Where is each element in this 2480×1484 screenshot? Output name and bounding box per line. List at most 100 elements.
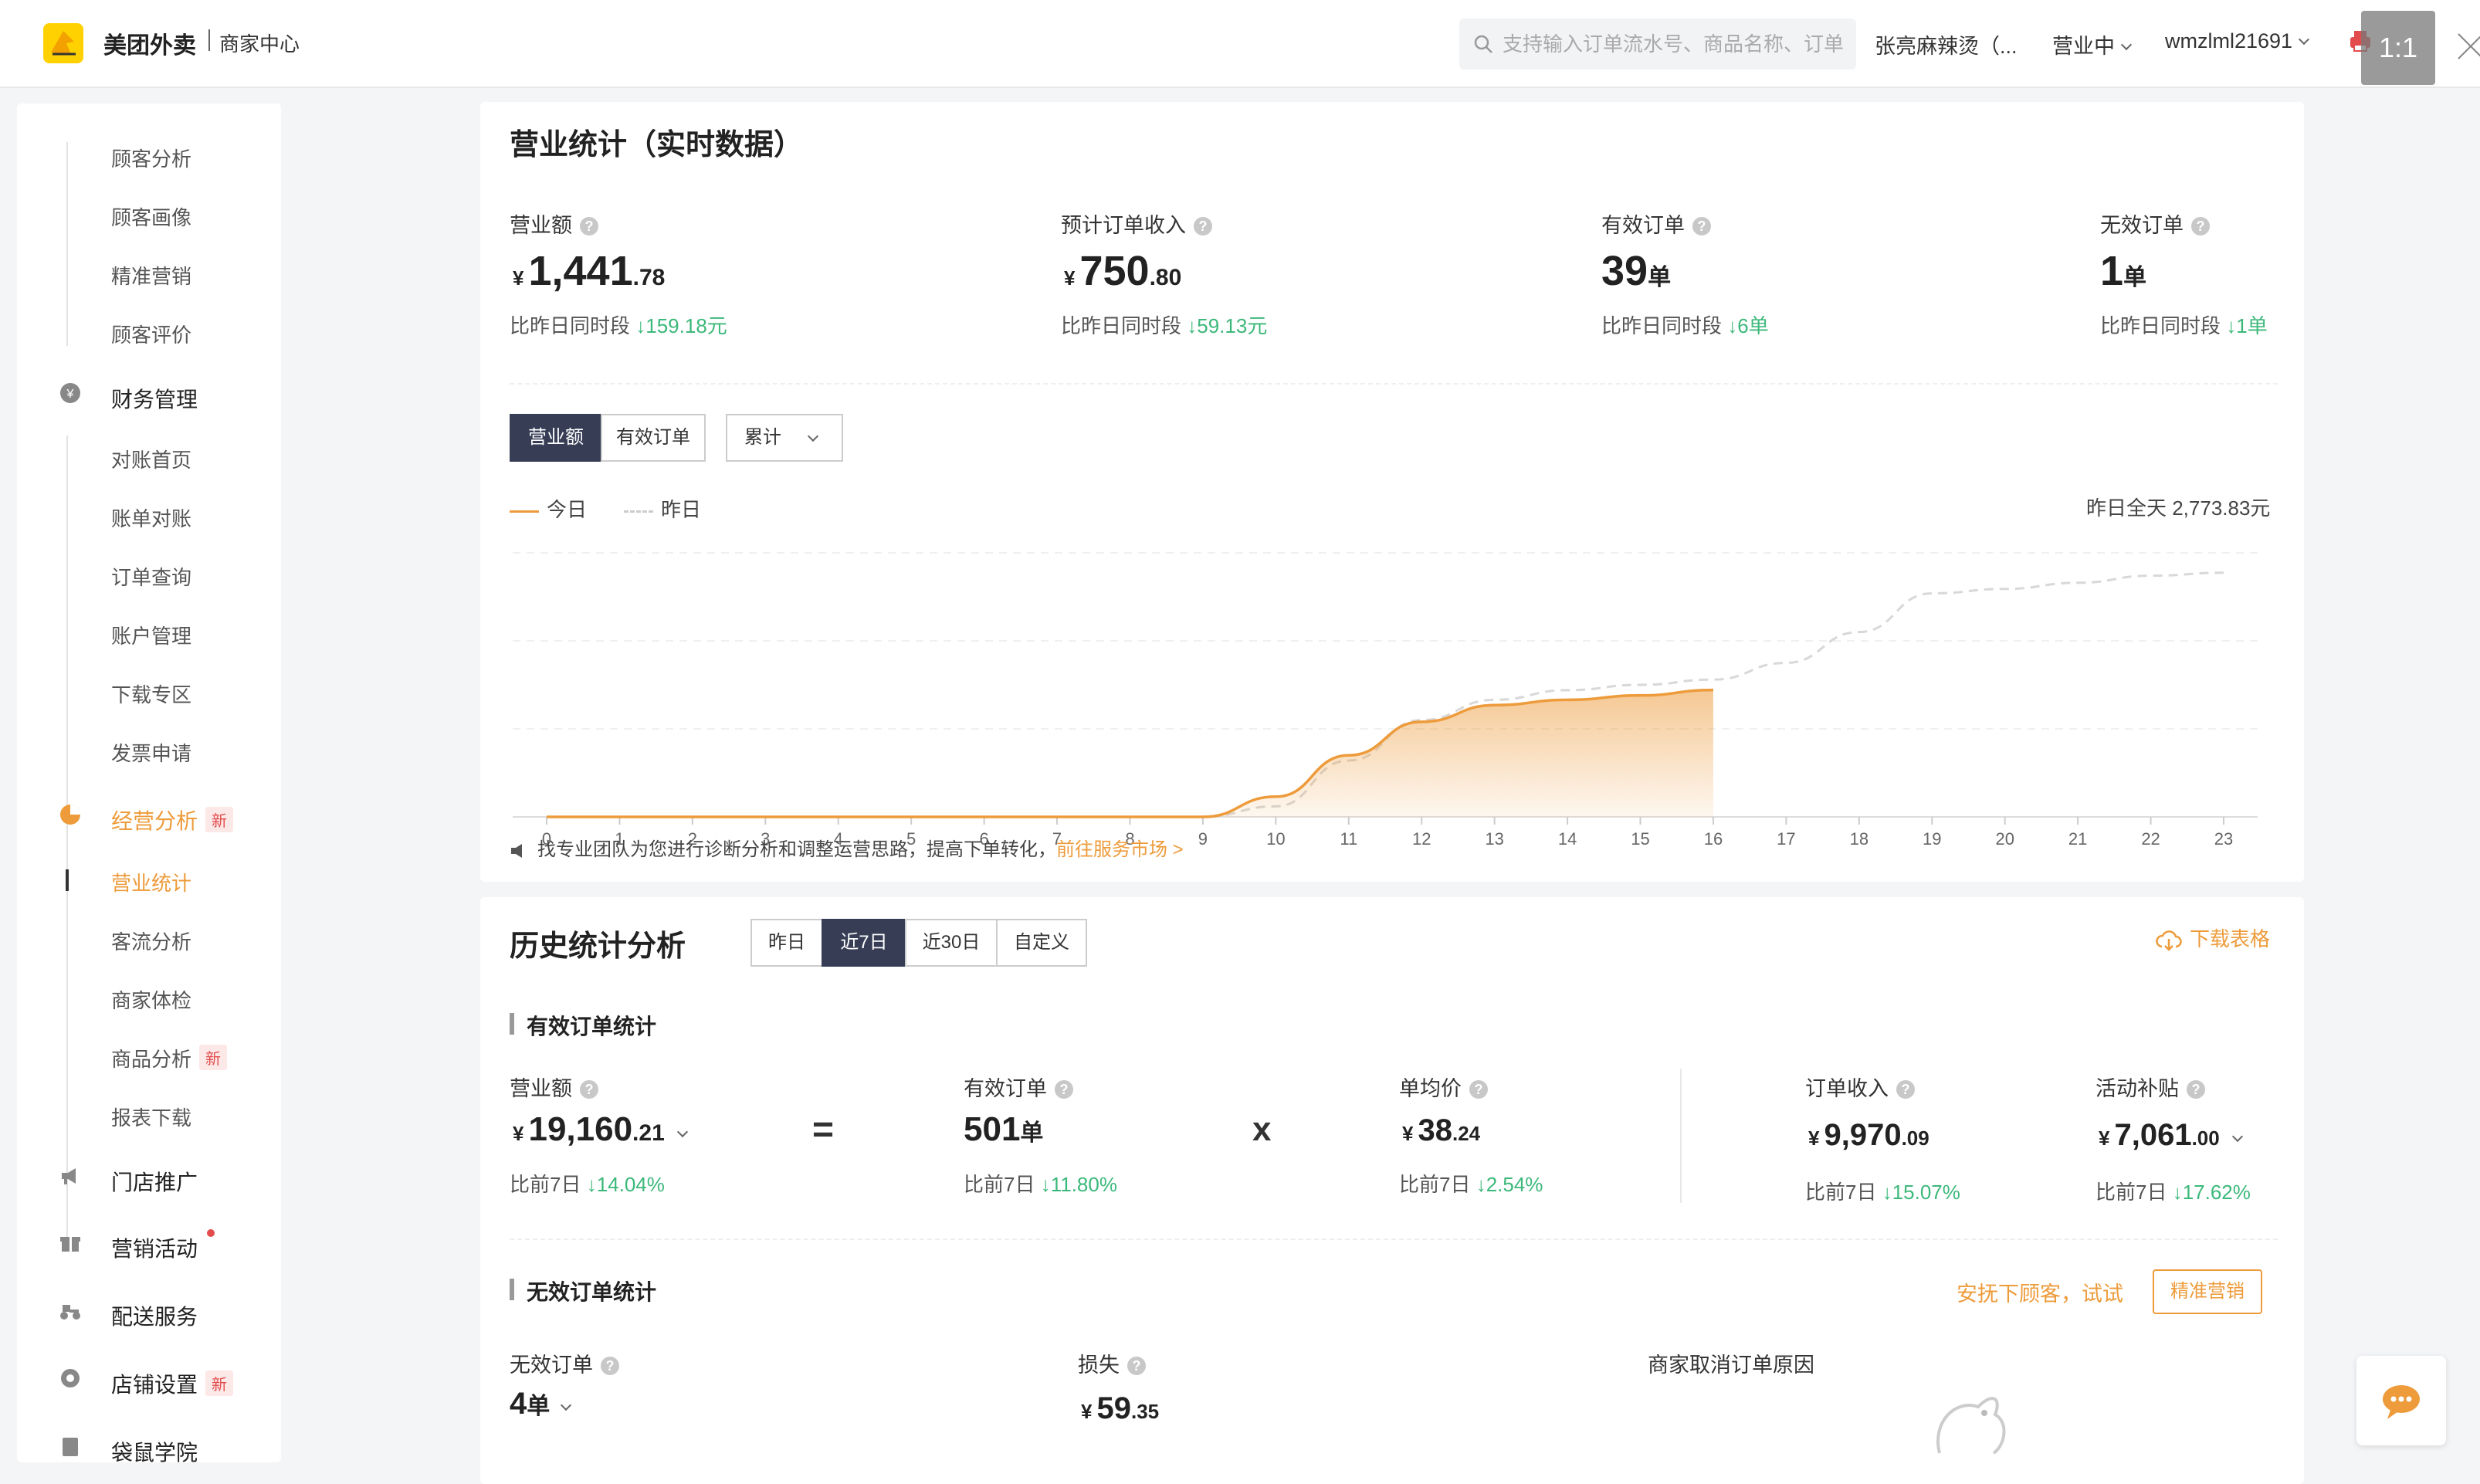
sidebar-item-download-zone[interactable]: 下载专区 (111, 679, 191, 708)
service-market-link[interactable]: 前往服务市场 > (1056, 839, 1184, 860)
download-table-label: 下载表格 (2190, 927, 2271, 950)
value-unit: 单 (1020, 1120, 1044, 1146)
sidebar-item-merchant-checkup[interactable]: 商家体检 (111, 985, 191, 1014)
chevron-down-icon (2120, 39, 2133, 51)
chevron-down-icon (2298, 33, 2310, 46)
sidebar-group-academy[interactable]: 袋鼠学院 (111, 1436, 198, 1467)
value-int: 39 (1601, 248, 1648, 294)
multiply-operator: x (1252, 1110, 1272, 1148)
tab-revenue[interactable]: 营业额 (510, 414, 602, 462)
x-tick-label: 20 (1995, 829, 2014, 849)
sidebar-group-analysis[interactable]: 经营分析新 (111, 805, 234, 835)
change-value: ↓59.13元 (1187, 314, 1268, 337)
hist-value-income: ¥9,970.09 (1808, 1118, 1929, 1153)
hist-compare-revenue: 比前7日 ↓14.04% (510, 1169, 665, 1198)
sidebar-item-order-query[interactable]: 订单查询 (111, 562, 191, 591)
sidebar-item-customer-profile[interactable]: 顾客画像 (111, 202, 191, 231)
value-dec: .80 (1149, 265, 1182, 290)
sidebar-group-finance[interactable]: 财务管理 (111, 383, 198, 414)
sidebar-item-business-stats[interactable]: 营业统计 (111, 868, 191, 896)
compare-prefix: 比前7日 (1399, 1173, 1471, 1196)
metric-compare-invalid-orders: 比昨日同时段 ↓1单 (2100, 310, 2268, 339)
sidebar-item-product-analysis[interactable]: 商品分析新 (111, 1044, 228, 1072)
sidebar-item-traffic-analysis[interactable]: 客流分析 (111, 927, 191, 955)
sidebar-item-account-manage[interactable]: 账户管理 (111, 621, 191, 649)
status-dropdown[interactable]: 营业中 (2052, 29, 2133, 59)
help-icon[interactable]: ? (1127, 1357, 1146, 1375)
help-icon[interactable]: ? (1896, 1080, 1915, 1099)
metric-label-income: 预计订单收入? (1061, 208, 1212, 239)
download-table-button[interactable]: 下载表格 (2156, 923, 2270, 952)
hist-value-subsidy[interactable]: ¥7,061.00 (2099, 1118, 2243, 1153)
hist-value-invalid[interactable]: 4单 (510, 1387, 572, 1421)
range-yesterday[interactable]: 昨日 (750, 919, 823, 967)
hist-label-loss: 损失? (1078, 1348, 1146, 1378)
change-value: ↓11.80% (1040, 1173, 1117, 1196)
svg-text:¥: ¥ (66, 388, 74, 401)
sidebar-group-promote[interactable]: 门店推广 (111, 1166, 198, 1197)
sidebar-item-precise-marketing[interactable]: 精准营销 (111, 261, 191, 290)
help-icon[interactable]: ? (1194, 217, 1212, 235)
hist-label-revenue: 营业额? (510, 1072, 598, 1102)
hist-value-orders: 501单 (964, 1110, 1043, 1149)
range-30days[interactable]: 近30日 (905, 919, 998, 967)
service-tip-text: 找专业团队为您进行诊断分析和调整运营思路，提高下单转化， (537, 839, 1056, 860)
help-icon[interactable]: ? (601, 1357, 619, 1375)
sidebar-item-customer-reviews[interactable]: 顾客评价 (111, 320, 191, 348)
valid-orders-section-title: 有效订单统计 (510, 1010, 656, 1041)
sidebar-group-store-settings[interactable]: 店铺设置新 (111, 1368, 234, 1399)
change-value: ↓2.54% (1475, 1173, 1543, 1196)
metric-label-valid-orders: 有效订单? (1601, 208, 1711, 239)
close-icon[interactable] (2455, 31, 2480, 62)
help-icon[interactable]: ? (1692, 217, 1711, 235)
help-icon[interactable]: ? (1055, 1080, 1073, 1099)
search-placeholder: 支持输入订单流水号、商品名称、订单 (1503, 32, 1845, 56)
gift-icon (60, 1237, 80, 1252)
store-name[interactable]: 张亮麻辣烫（... (1875, 29, 2018, 59)
hist-compare-orders: 比前7日 ↓11.80% (964, 1169, 1117, 1198)
notification-dot (207, 1229, 215, 1237)
compare-prefix: 比昨日同时段 (510, 314, 631, 337)
help-icon[interactable]: ? (580, 1080, 598, 1099)
brand-title: 美团外卖 (103, 33, 196, 59)
sidebar-item-bill-reconcile[interactable]: 账单对账 (111, 503, 191, 532)
change-value: ↓15.07% (1882, 1181, 1960, 1204)
change-value: ↓6单 (1727, 314, 1769, 337)
tab-valid-orders[interactable]: 有效订单 (601, 414, 706, 462)
compare-prefix: 比前7日 (2095, 1181, 2167, 1204)
range-7days[interactable]: 近7日 (822, 919, 906, 967)
x-tick-label: 9 (1198, 829, 1208, 849)
chat-button[interactable] (2356, 1356, 2446, 1445)
x-tick-label: 15 (1631, 829, 1649, 849)
help-icon[interactable]: ? (1469, 1080, 1488, 1099)
compare-prefix: 比昨日同时段 (2100, 314, 2221, 337)
value-dec: .09 (1901, 1127, 1929, 1150)
precise-marketing-button[interactable]: 精准营销 (2153, 1269, 2262, 1314)
hist-avg-label: 单均价 (1399, 1077, 1462, 1100)
help-icon[interactable]: ? (2191, 217, 2210, 235)
help-icon[interactable]: ? (580, 217, 598, 235)
metric-invalid-orders-label: 无效订单 (2100, 214, 2184, 237)
sidebar-group-store-settings-label: 店铺设置 (111, 1373, 198, 1397)
zoom-reset-button[interactable]: 1:1 (2361, 11, 2435, 85)
sidebar-item-report-download[interactable]: 报表下载 (111, 1103, 191, 1131)
sidebar: 顾客分析 顾客画像 精准营销 顾客评价 ¥ 财务管理 对账首页 账单对账 订单查… (17, 103, 281, 1465)
value-unit: 单 (1648, 265, 1672, 290)
realtime-chart: 0 1 2 3 4 5 6 7 8 9 10 11 12 13 14 15 16 17 18 19 20 21 22 23 (513, 552, 2258, 849)
sidebar-group-delivery[interactable]: 配送服务 (111, 1300, 198, 1331)
user-dropdown[interactable]: wmzlml21691 (2165, 29, 2310, 53)
metric-value-valid-orders: 39单 (1601, 247, 1671, 295)
kangaroo-logo-icon (43, 23, 83, 63)
sidebar-item-invoice[interactable]: 发票申请 (111, 738, 191, 767)
search-input[interactable]: 支持输入订单流水号、商品名称、订单 (1459, 19, 1856, 69)
sidebar-item-customer-analysis[interactable]: 顾客分析 (111, 144, 191, 172)
pie-chart-icon (60, 805, 80, 825)
sidebar-group-marketing[interactable]: 营销活动 (111, 1232, 198, 1263)
sidebar-item-statement-home[interactable]: 对账首页 (111, 445, 191, 473)
mode-select[interactable]: 累计 (726, 414, 843, 462)
range-custom[interactable]: 自定义 (996, 919, 1087, 967)
hist-value-revenue[interactable]: ¥19,160.21 (513, 1110, 688, 1149)
value-int: 1,441 (528, 248, 633, 294)
help-icon[interactable]: ? (2187, 1080, 2205, 1099)
currency-symbol: ¥ (1402, 1122, 1414, 1145)
